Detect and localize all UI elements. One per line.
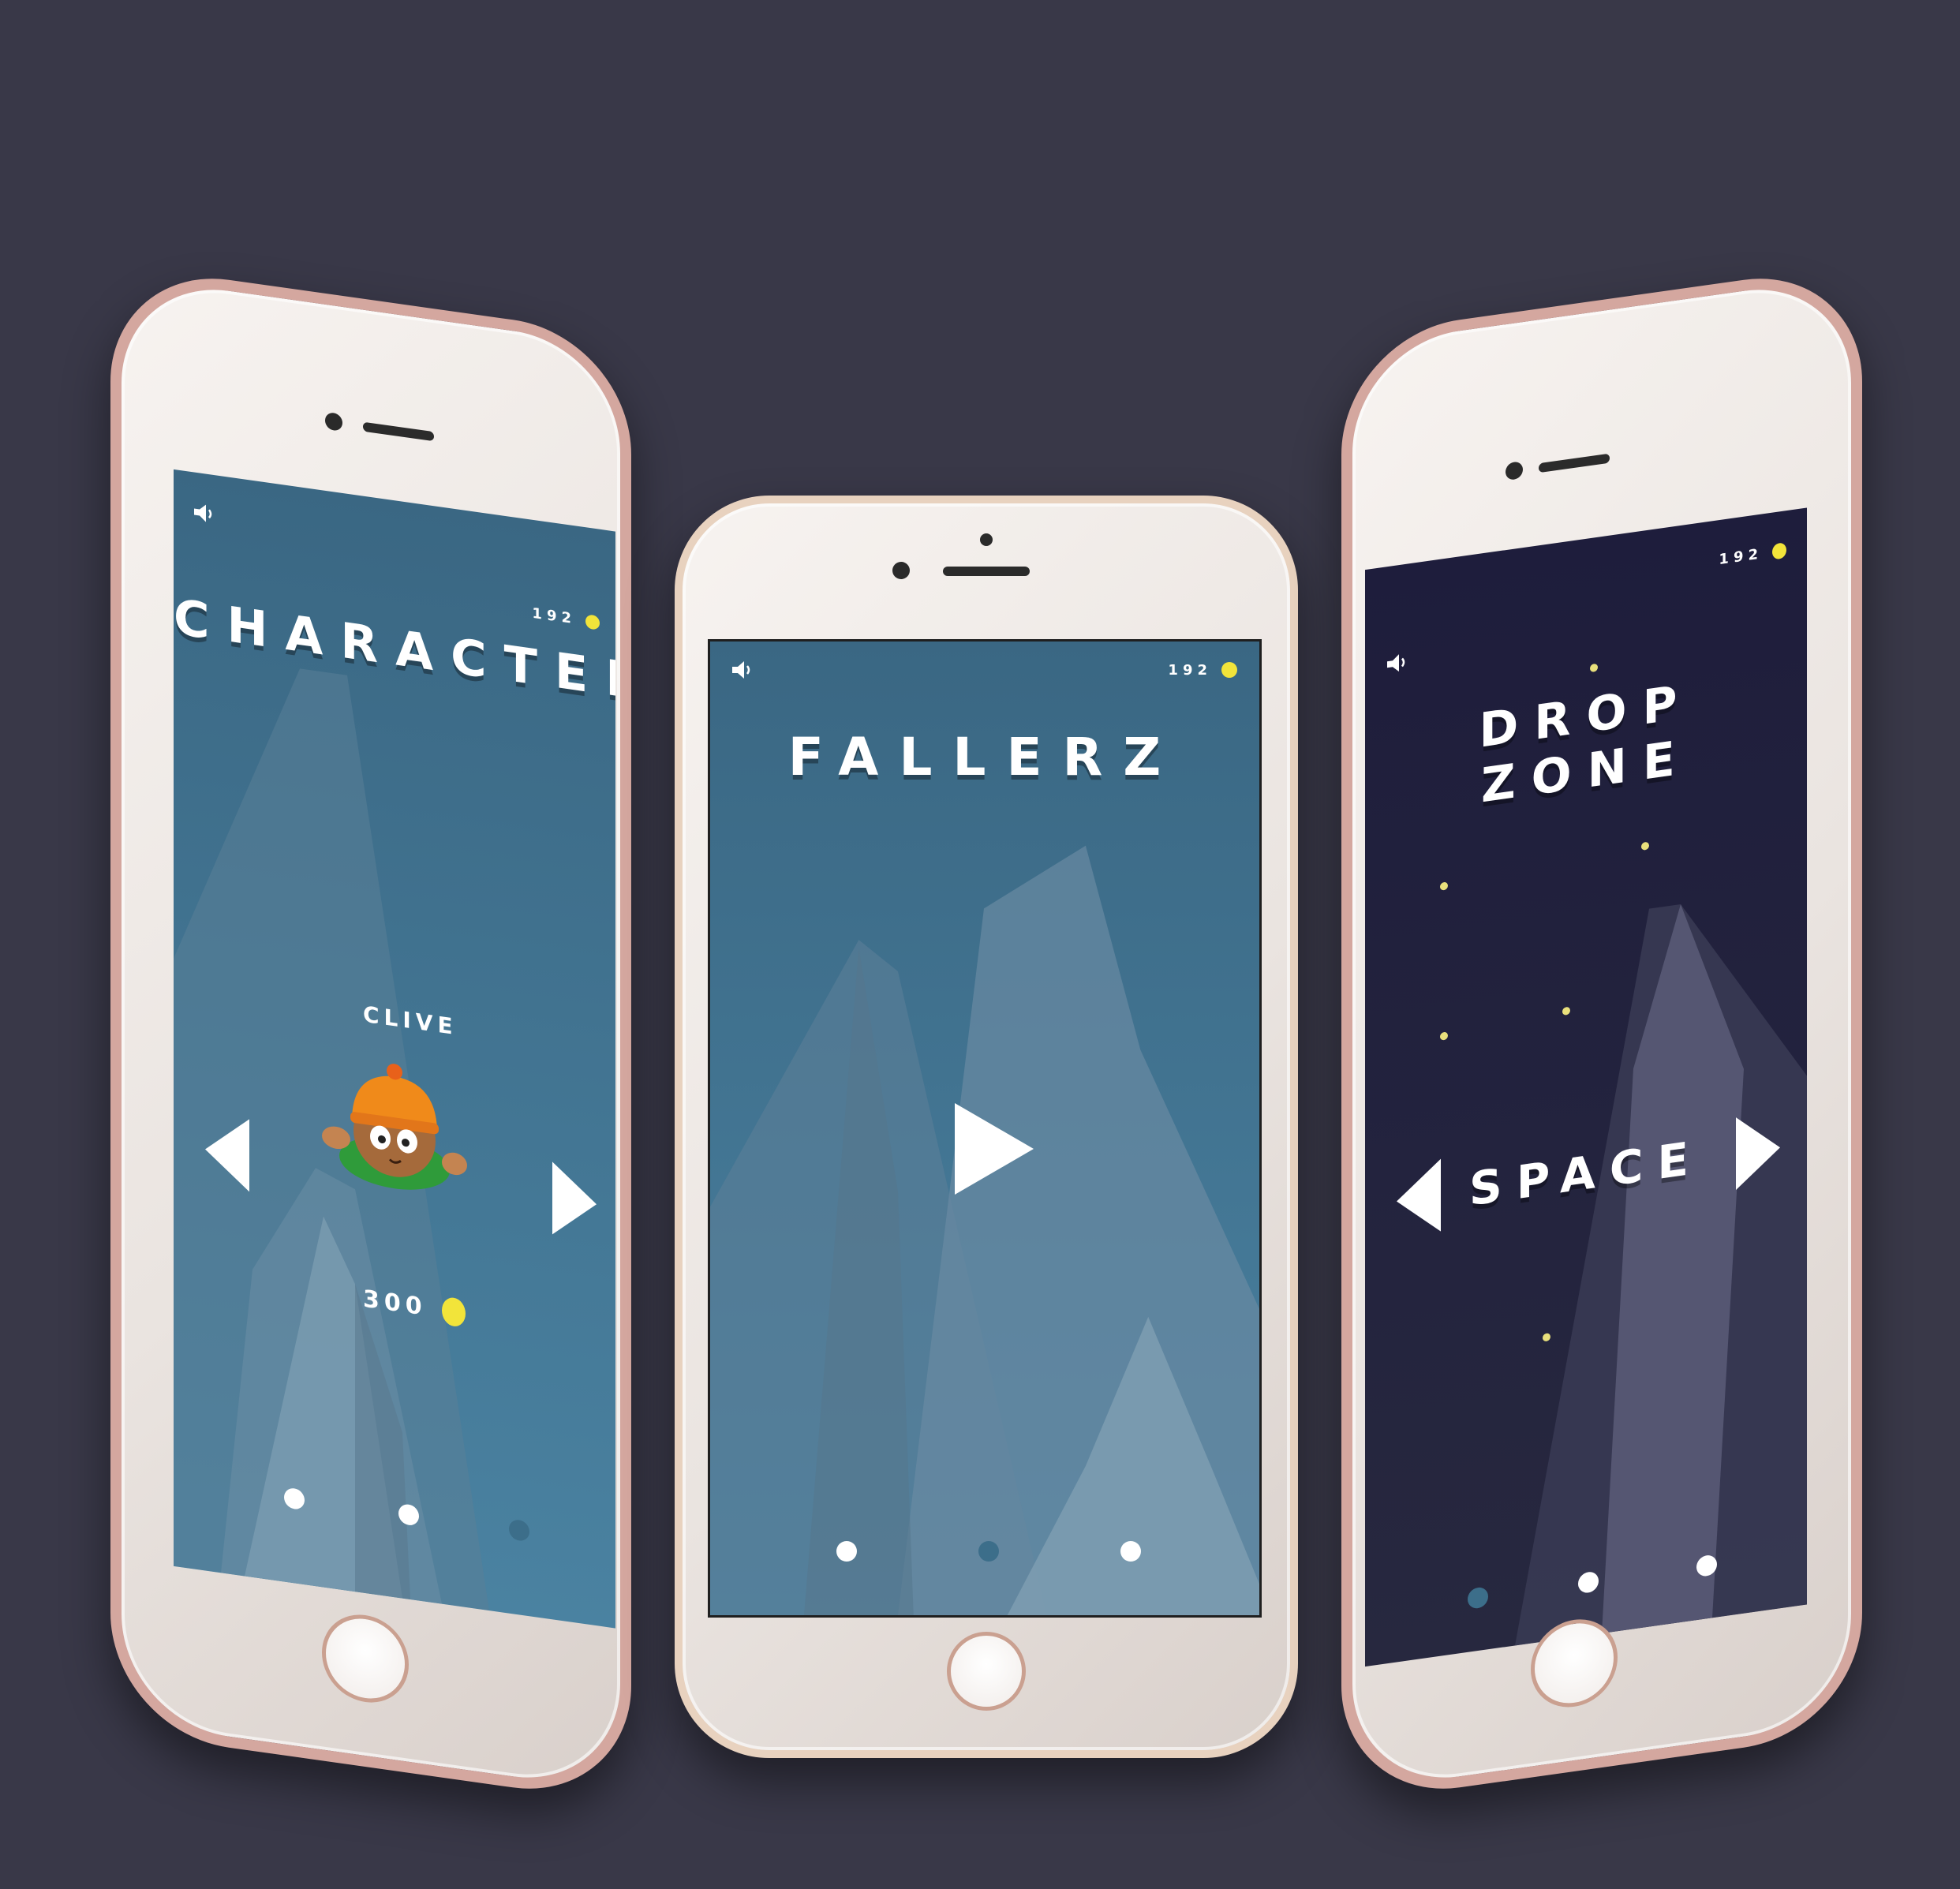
page-dot-2-active[interactable] (978, 1541, 999, 1562)
earpiece (943, 567, 1030, 576)
speaker-icon[interactable] (193, 500, 216, 526)
home-button[interactable] (947, 1632, 1026, 1711)
main-menu-screen: 192 FALLERZ (708, 639, 1262, 1618)
page-dot-1[interactable] (836, 1541, 857, 1562)
speaker-icon[interactable] (1386, 650, 1409, 675)
coin-count: 192 (1168, 662, 1212, 679)
game-title: FALLERZ (787, 727, 1182, 787)
proximity-sensor (980, 533, 993, 546)
front-camera (892, 562, 910, 579)
coin-icon (1221, 662, 1237, 678)
drop-zone-screen: 192 DROP ZONE SPACE (1365, 507, 1807, 1667)
phone-left: 192 CHARACTER CLIVE 300 (110, 263, 631, 1805)
speaker-icon[interactable] (731, 659, 754, 681)
previous-character-button[interactable] (205, 1113, 249, 1192)
phone-right: 192 DROP ZONE SPACE (1341, 263, 1862, 1805)
character-clive-avatar (322, 1064, 467, 1190)
page-dot-3[interactable] (1120, 1541, 1141, 1562)
next-character-button[interactable] (552, 1161, 597, 1241)
play-icon[interactable] (955, 1103, 1034, 1195)
character-screen: 192 CHARACTER CLIVE 300 (174, 469, 615, 1629)
phone-center: 192 FALLERZ (675, 496, 1298, 1758)
